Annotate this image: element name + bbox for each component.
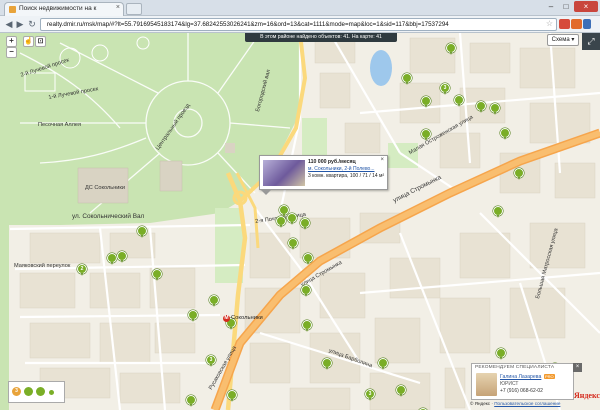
label-ds-sokolniki: ДС Сокольники: [85, 185, 125, 191]
listing-marker-icon[interactable]: [300, 218, 310, 230]
terms-link[interactable]: Пользовательское соглашение: [494, 401, 560, 406]
listing-photo[interactable]: [263, 160, 305, 186]
pro-badge: PRO: [544, 374, 555, 379]
listing-marker-icon[interactable]: [117, 251, 127, 263]
specialist-close-icon[interactable]: ×: [573, 363, 582, 372]
listing-address-link[interactable]: м. Сокольники, 2-й Полево...: [308, 166, 375, 172]
listing-marker-icon[interactable]: [209, 295, 219, 307]
listing-price: 110 000 руб./месяц: [308, 159, 356, 165]
listing-marker-icon[interactable]: 3: [206, 355, 216, 367]
listing-marker-icon[interactable]: [227, 390, 237, 402]
tab-close-icon[interactable]: ×: [116, 4, 120, 11]
listing-marker-icon[interactable]: [302, 320, 312, 332]
listing-description: 3 комн. квартира, 100 / 71 / 14 м²: [308, 173, 385, 179]
listing-marker-icon[interactable]: [500, 128, 510, 140]
maximize-button[interactable]: □: [559, 1, 573, 12]
listing-marker-icon[interactable]: [276, 216, 286, 228]
map-canvas[interactable]: ул. Сокольнический Вал улица Стромынка у…: [0, 33, 600, 410]
zoom-out-button[interactable]: −: [6, 47, 17, 58]
zoom-in-button[interactable]: +: [6, 36, 17, 47]
new-tab-button[interactable]: [126, 3, 142, 15]
legend-marker-icon[interactable]: [36, 387, 45, 396]
listing-marker-icon[interactable]: [137, 226, 147, 238]
popup-pointer: [260, 189, 272, 195]
bookmark-star-icon[interactable]: ☆: [546, 19, 553, 28]
tab-title: Поиск недвижимости на к: [19, 5, 97, 12]
street-label-pesochnaya: Песочная Аллея: [38, 122, 82, 128]
map-type-dropdown[interactable]: Схема ▾: [547, 34, 579, 46]
listing-marker-icon[interactable]: [476, 101, 486, 113]
listing-marker-icon[interactable]: [454, 95, 464, 107]
hand-tool-icon[interactable]: ☝: [23, 36, 34, 47]
popup-close-icon[interactable]: ×: [380, 157, 384, 163]
legend-cluster-icon[interactable]: 3: [12, 387, 21, 396]
listing-marker-icon[interactable]: [378, 358, 388, 370]
favicon-icon: [9, 6, 16, 13]
address-bar[interactable]: realty.dmir.ru/msk/map/#?lt=55.791695451…: [40, 18, 557, 31]
listing-marker-icon[interactable]: 2: [77, 264, 87, 276]
listing-marker-icon[interactable]: [446, 43, 456, 55]
window-controls: – □ ×: [544, 1, 598, 13]
street-label-sokolnichesky-val: ул. Сокольнический Вал: [72, 213, 145, 220]
map-legend: 3: [8, 381, 65, 403]
url-text: realty.dmir.ru/msk/map/#?lt=55.791695451…: [47, 21, 449, 28]
listing-marker-icon[interactable]: [152, 269, 162, 281]
listing-marker-icon[interactable]: [301, 285, 311, 297]
listing-marker-icon[interactable]: [493, 206, 503, 218]
copyright: © Яндекс: [470, 401, 491, 406]
forward-button[interactable]: ▶: [14, 19, 26, 29]
metro-icon: М: [223, 315, 230, 322]
listing-marker-icon[interactable]: [287, 213, 297, 225]
listing-marker-icon[interactable]: [514, 168, 524, 180]
yandex-logo[interactable]: Яндекс: [574, 391, 600, 400]
listing-marker-icon[interactable]: [288, 238, 298, 250]
fullscreen-icon[interactable]: ⤢: [582, 33, 600, 50]
listing-marker-icon[interactable]: [421, 129, 431, 141]
metro-station[interactable]: М Сокольники: [223, 315, 263, 322]
street-label-mayakovka: Маяковский переулок: [14, 263, 71, 269]
results-info-bar: В этом районе найдено объектов: 41. На к…: [245, 33, 397, 42]
listing-marker-icon[interactable]: [402, 73, 412, 85]
menu-wrench-icon[interactable]: [583, 19, 591, 29]
specialist-header: РЕКОМЕНДУЕМ СПЕЦИАЛИСТА: [475, 365, 555, 370]
listing-marker-icon[interactable]: [303, 253, 313, 265]
specialist-phone: +7 (916) 068-62-02: [500, 388, 543, 394]
listing-popup[interactable]: 110 000 руб./месяц м. Сокольники, 2-й По…: [259, 155, 388, 195]
browser-toolbar: ◀ ▶ ↻ realty.dmir.ru/msk/map/#?lt=55.791…: [0, 16, 600, 33]
listing-marker-icon[interactable]: [188, 310, 198, 322]
specialist-avatar[interactable]: [476, 373, 497, 396]
extension-icon[interactable]: [571, 19, 582, 29]
listing-marker-icon[interactable]: 3: [365, 389, 375, 401]
listing-marker-icon[interactable]: [490, 103, 500, 115]
close-window-button[interactable]: ×: [574, 1, 598, 12]
minimize-button[interactable]: –: [544, 1, 558, 12]
listing-marker-icon[interactable]: [496, 348, 506, 360]
specialist-role: ЮРИСТ: [500, 381, 519, 387]
listing-marker-icon[interactable]: [186, 395, 196, 407]
specialist-card: РЕКОМЕНДУЕМ СПЕЦИАЛИСТА Галина Лазарева …: [471, 363, 574, 400]
pond: [370, 50, 392, 86]
metro-label: Сокольники: [231, 315, 263, 321]
listing-marker-icon[interactable]: [322, 358, 332, 370]
browser-tab[interactable]: Поиск недвижимости на к ×: [4, 2, 124, 16]
legend-marker-icon[interactable]: [24, 387, 33, 396]
listing-marker-icon[interactable]: [421, 96, 431, 108]
gmail-extension-icon[interactable]: [559, 19, 570, 29]
specialist-name-link[interactable]: Галина Лазарева: [500, 374, 541, 380]
listing-marker-icon[interactable]: [396, 385, 406, 397]
legend-dot-icon[interactable]: [49, 390, 54, 395]
map-footer: © Яндекс · Пользовательское соглашение: [470, 401, 561, 406]
reload-button[interactable]: ↻: [26, 19, 38, 29]
area-select-icon[interactable]: ⊡: [35, 36, 46, 47]
browser-tab-bar: Поиск недвижимости на к × – □ ×: [0, 0, 600, 16]
listing-marker-icon[interactable]: [107, 253, 117, 265]
listing-marker-icon[interactable]: 3: [440, 83, 450, 95]
